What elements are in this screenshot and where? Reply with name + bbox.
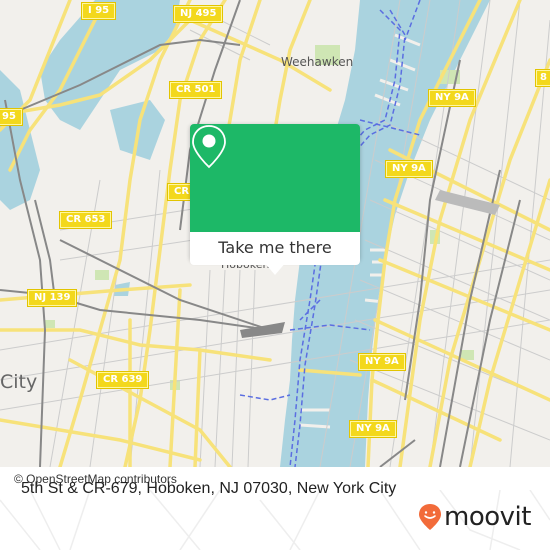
popup-pointer	[263, 261, 287, 275]
road-shield-cr501: CR 501	[168, 81, 223, 99]
road-shield-ny9a: NY 9A	[358, 353, 406, 371]
moovit-smiley-pin-icon	[419, 504, 441, 530]
place-label-weehawken: Weehawken	[281, 55, 354, 69]
road-shield-ny9a: NY 9A	[385, 160, 433, 178]
road-shield-i95-left: 95	[0, 108, 23, 126]
location-address: 5th St & CR-679, Hoboken, NJ 07030, New …	[21, 480, 397, 497]
location-popup: Take me there	[190, 124, 360, 275]
map-view[interactable]: Weehawken Hoboken City I 95 NJ 495 CR 50…	[0, 0, 550, 467]
road-shield-nj495: NJ 495	[172, 5, 224, 23]
road-shield-ny9a: NY 9A	[428, 89, 476, 107]
road-shield-cr639: CR 639	[95, 371, 150, 389]
popup-header	[190, 124, 360, 232]
road-shield-i95: I 95	[80, 2, 117, 20]
moovit-wordmark: moovit	[444, 502, 531, 532]
moovit-logo[interactable]: moovit	[418, 503, 531, 531]
road-shield-nj139: NJ 139	[26, 289, 78, 307]
road-shield-cr653: CR 653	[58, 211, 113, 229]
hoboken-terminal	[240, 322, 285, 338]
map-pin-icon	[192, 125, 226, 169]
place-label-city: City	[0, 371, 38, 393]
road-shield-ny9a: NY 9A	[349, 420, 397, 438]
road-shield-route8: 8	[535, 69, 550, 87]
